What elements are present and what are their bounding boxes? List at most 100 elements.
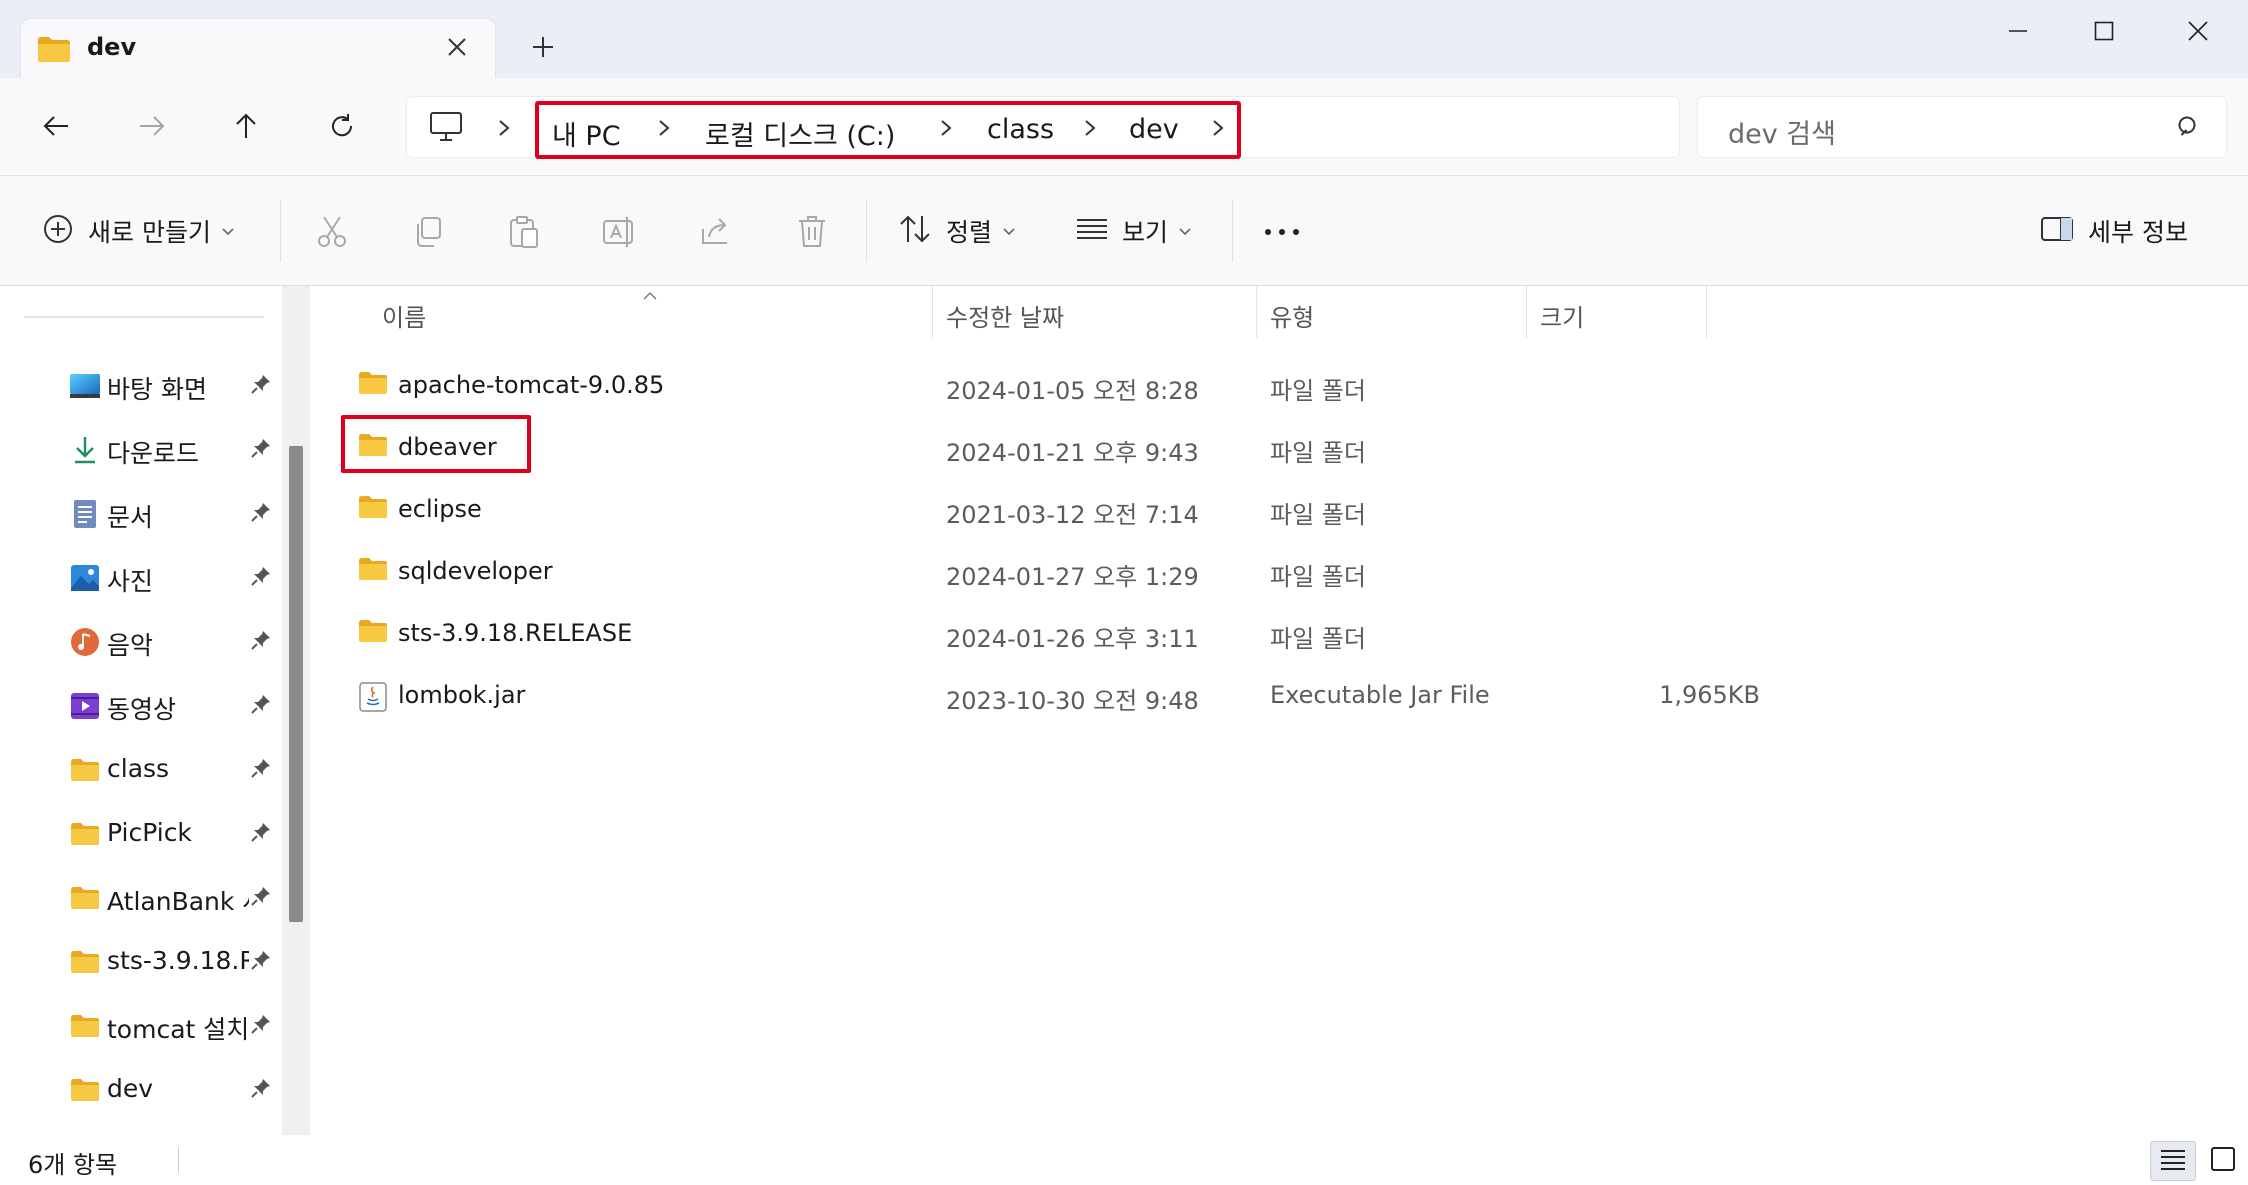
file-row[interactable]: lombok.jar 2023-10-30 오전 9:48 Executable… [310,668,1760,724]
folder-icon [68,818,102,850]
sidebar-item-atlanbank[interactable]: AtlanBank 사 [0,870,290,926]
pin-icon[interactable] [250,373,272,399]
sidebar-item-documents[interactable]: 문서 [0,486,290,542]
pin-icon[interactable] [250,693,272,719]
sidebar-item-class[interactable]: class [0,742,290,798]
file-row[interactable]: eclipse 2021-03-12 오전 7:14 파일 폴더 [310,482,1710,538]
search-icon[interactable] [2176,114,2202,144]
view-button[interactable]: 보기 [1076,206,1192,256]
close-window-button[interactable] [2158,6,2238,56]
forward-button[interactable] [126,100,178,152]
breadcrumb-local-disk[interactable]: 로컬 디스크 (C:) [705,114,895,153]
new-button[interactable]: 새로 만들기 [42,206,235,256]
maximize-button[interactable] [2064,6,2144,56]
sidebar-item-picpick[interactable]: PicPick [0,806,290,862]
column-header-size[interactable]: 크기 [1540,298,1584,333]
breadcrumb-dev[interactable]: dev [1129,114,1179,145]
paste-icon[interactable] [504,212,544,252]
file-modified: 2021-03-12 오전 7:14 [946,501,1199,529]
sidebar-item-label: 동영상 [107,695,177,724]
sidebar-item-downloads[interactable]: 다운로드 [0,422,290,478]
pin-icon[interactable] [250,1013,272,1039]
column-divider[interactable] [1526,286,1527,338]
chevron-right-icon[interactable] [939,118,953,142]
file-modified: 2024-01-27 오후 1:29 [946,563,1199,591]
view-label: 보기 [1122,218,1169,247]
sidebar-item-pictures[interactable]: 사진 [0,550,290,606]
column-header-modified[interactable]: 수정한 날짜 [946,298,1064,333]
sidebar-item-label: 사진 [107,567,154,596]
column-divider[interactable] [1706,286,1707,338]
sidebar-item-label: 문서 [107,503,154,532]
pin-icon[interactable] [250,885,272,911]
file-row[interactable]: sts-3.9.18.RELEASE 2024-01-26 오후 3:11 파일… [310,606,1710,662]
column-divider[interactable] [1256,286,1257,338]
file-type: 파일 폴더 [1270,439,1366,467]
breadcrumb-this-pc[interactable]: 내 PC [552,114,621,153]
chevron-right-icon[interactable] [497,118,511,142]
copy-icon[interactable] [408,212,448,252]
details-view-button[interactable] [2150,1141,2196,1181]
column-header-type[interactable]: 유형 [1270,298,1314,333]
address-bar[interactable]: 내 PC 로컬 디스크 (C:) class dev [406,96,1680,159]
pin-icon[interactable] [250,501,272,527]
sidebar-item-label: tomcat 설치 [107,1015,249,1044]
back-button[interactable] [30,100,82,152]
cut-icon[interactable] [312,212,352,252]
pin-icon[interactable] [250,949,272,975]
java-jar-icon [358,681,388,717]
large-icons-view-button[interactable] [2200,1141,2246,1181]
file-row[interactable]: apache-tomcat-9.0.85 2024-01-05 오전 8:28 … [310,358,1710,414]
share-icon[interactable] [696,212,736,252]
sidebar-item-label: 음악 [107,631,154,660]
file-type: 파일 폴더 [1270,501,1366,529]
sidebar-item-label: dev [107,1074,154,1103]
pin-icon[interactable] [250,565,272,591]
this-pc-icon[interactable] [429,111,463,147]
pin-icon[interactable] [250,757,272,783]
sidebar-item-desktop[interactable]: 바탕 화면 [0,358,290,414]
minimize-button[interactable] [1978,6,2058,56]
search-placeholder: dev 검색 [1728,119,1836,150]
chevron-right-icon[interactable] [1211,118,1225,142]
close-tab-icon[interactable] [443,33,471,61]
pin-icon[interactable] [250,437,272,463]
folder-icon [68,1010,102,1042]
pin-icon[interactable] [250,1077,272,1103]
column-divider[interactable] [932,286,933,338]
refresh-button[interactable] [316,100,368,152]
chevron-down-icon [221,222,235,241]
tab-dev[interactable]: dev [20,18,496,80]
pictures-icon [68,562,102,594]
pin-icon[interactable] [250,821,272,847]
sidebar-item-sts[interactable]: sts-3.9.18.REL [0,934,290,990]
file-type: Executable Jar File [1270,681,1490,709]
file-row[interactable]: sqldeveloper 2024-01-27 오후 1:29 파일 폴더 [310,544,1710,600]
file-size: 1,965KB [1659,681,1760,709]
chevron-right-icon[interactable] [1083,118,1097,142]
more-options-icon[interactable] [1262,212,1302,252]
rename-icon[interactable] [600,212,640,252]
divider [178,1147,179,1173]
delete-icon[interactable] [792,212,832,252]
up-button[interactable] [220,100,272,152]
search-box[interactable]: dev 검색 [1697,96,2227,158]
sidebar-item-music[interactable]: 음악 [0,614,290,670]
sidebar-item-label: AtlanBank 사 [107,887,249,916]
file-modified: 2024-01-05 오전 8:28 [946,377,1199,405]
column-header-name[interactable]: 이름 [382,298,426,333]
file-name: sqldeveloper [398,557,553,585]
sidebar-item-dev[interactable]: dev [0,1062,290,1118]
new-tab-button[interactable] [526,30,560,64]
divider [24,316,264,318]
pin-icon[interactable] [250,629,272,655]
sidebar-item-tomcat[interactable]: tomcat 설치 [0,998,290,1054]
breadcrumb-class[interactable]: class [987,114,1054,145]
details-pane-button[interactable]: 세부 정보 [2040,206,2188,256]
sidebar-scrollbar-thumb[interactable] [289,446,303,922]
chevron-right-icon[interactable] [657,118,671,142]
sort-button[interactable]: 정렬 [898,206,1016,256]
sidebar-item-label: 다운로드 [107,439,200,468]
file-modified: 2024-01-21 오후 9:43 [946,439,1199,467]
sidebar-item-videos[interactable]: 동영상 [0,678,290,734]
